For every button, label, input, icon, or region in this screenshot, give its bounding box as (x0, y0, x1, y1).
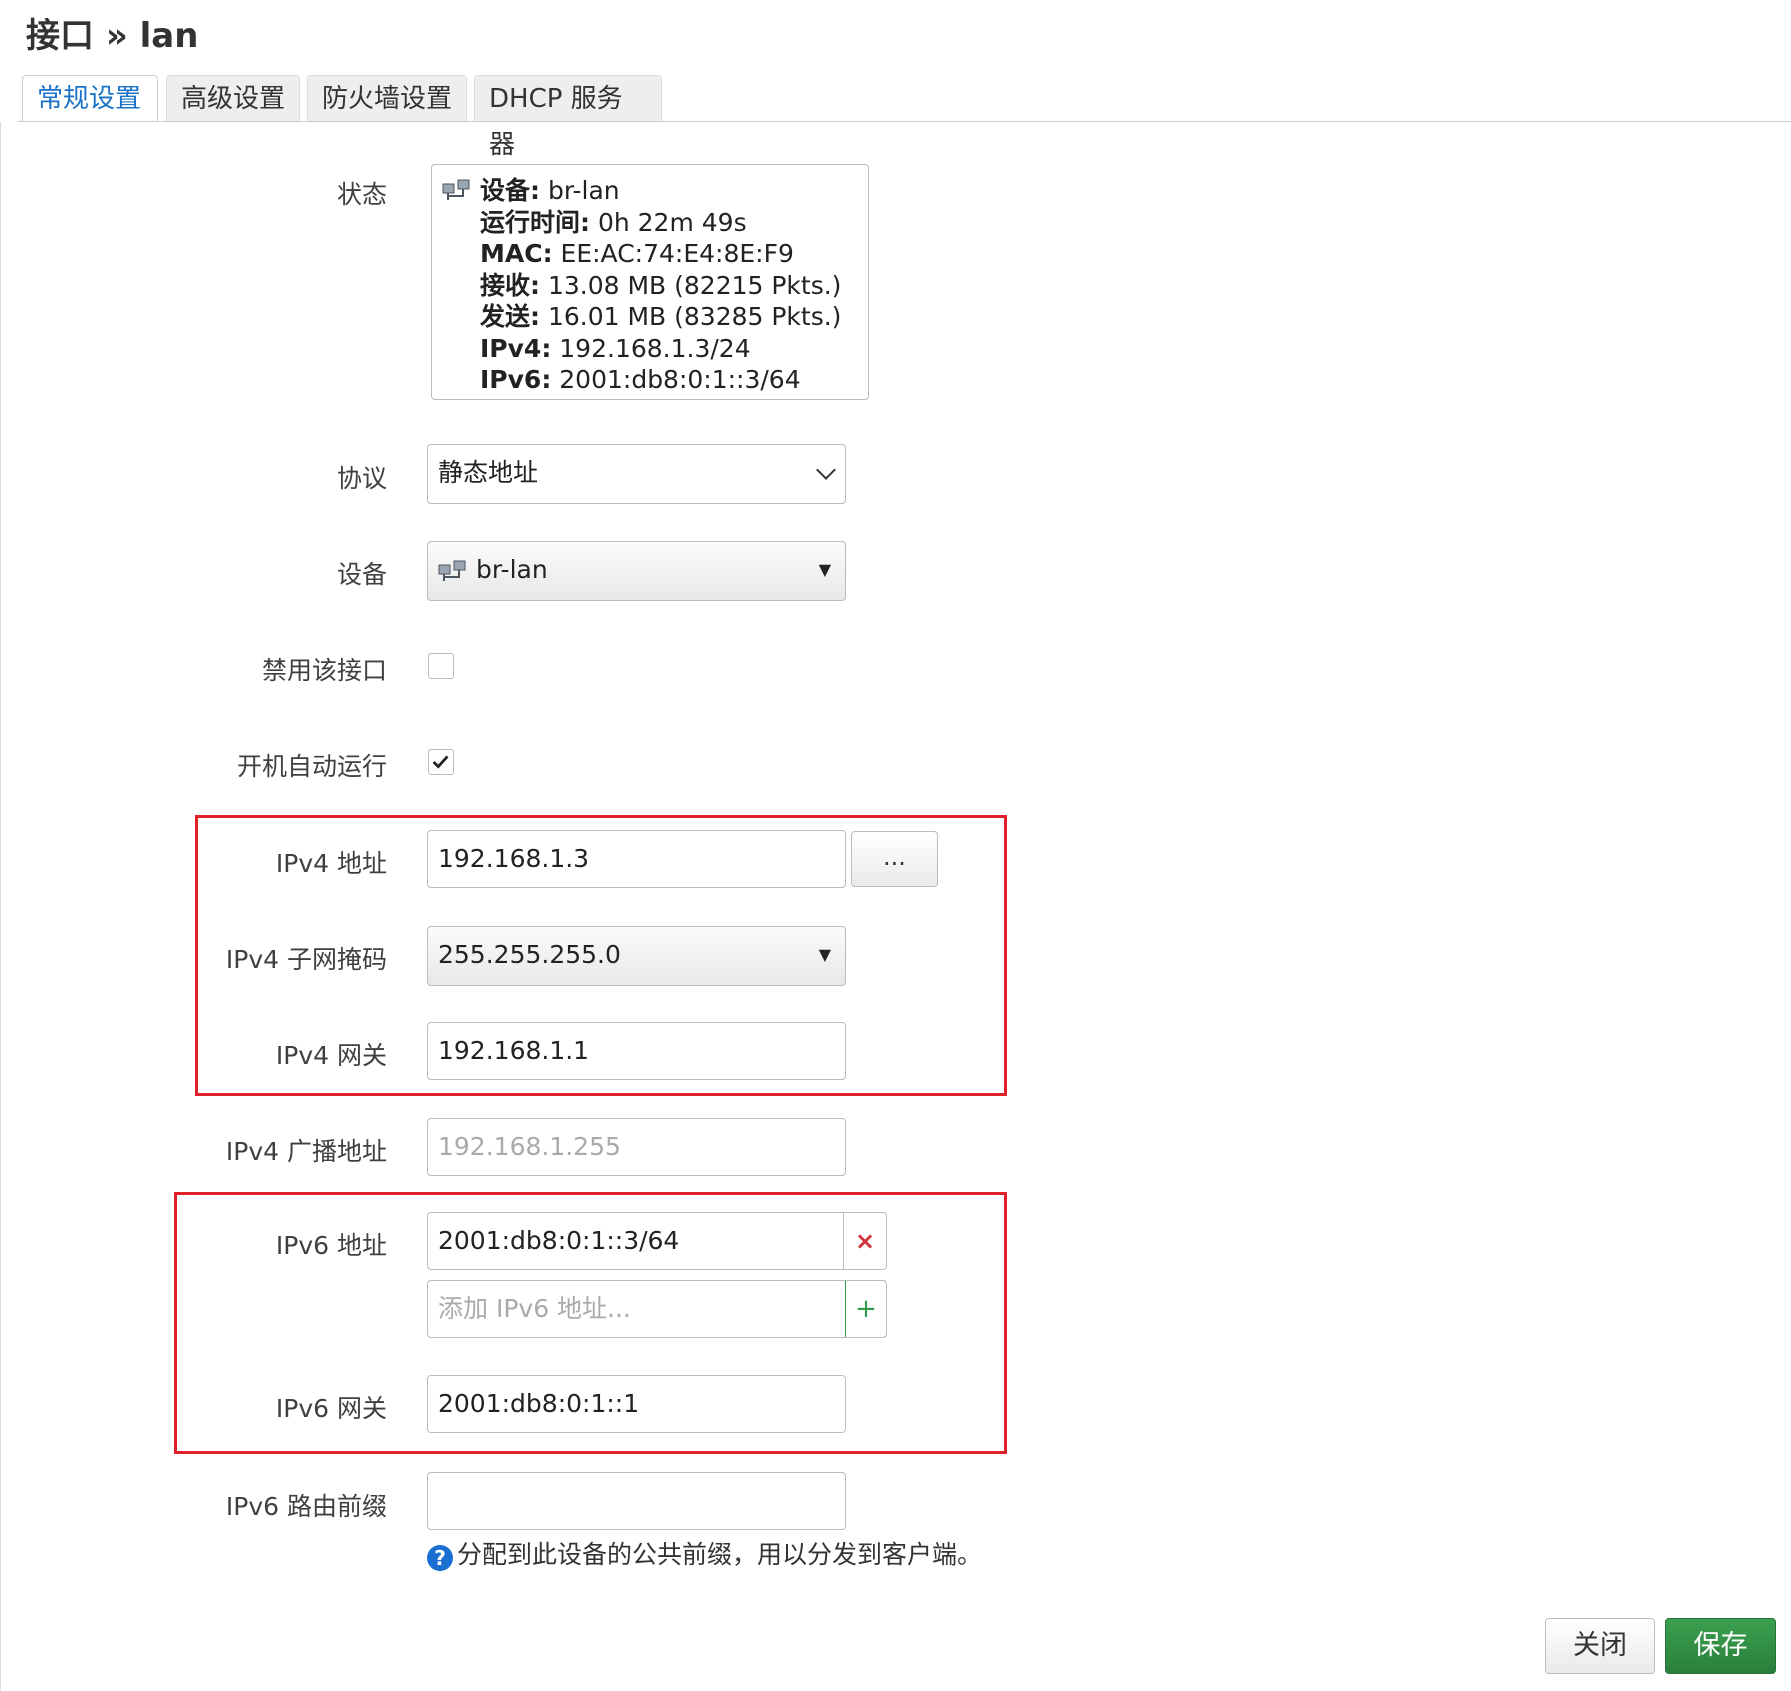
ipv6-address-input[interactable]: 2001:db8:0:1::3/64 × (427, 1212, 887, 1270)
status-ipv6-value: 2001:db8:0:1::3/64 (551, 365, 801, 394)
ipv6-prefix-help: ? 分配到此设备的公共前缀，用以分发到客户端。 (427, 1535, 982, 1571)
ipv4-broadcast-input[interactable]: 192.168.1.255 (427, 1118, 846, 1176)
protocol-select[interactable]: 静态地址 (427, 444, 846, 504)
status-ipv6-key: IPv6: (480, 365, 552, 394)
status-ipv4-key: IPv4: (480, 333, 552, 363)
page-title: 接口 » lan (26, 16, 199, 56)
tab-dhcp[interactable]: DHCP 服务器 (474, 75, 662, 160)
checkmark-icon (432, 755, 449, 769)
ipv4-broadcast-placeholder: 192.168.1.255 (438, 1132, 621, 1161)
add-icon[interactable]: + (845, 1281, 886, 1337)
status-rx-value: 13.08 MB (82215 Pkts.) (540, 270, 842, 300)
help-icon: ? (427, 1545, 453, 1571)
status-tx-key: 发送: (480, 302, 540, 331)
autostart-label: 开机自动运行 (236, 752, 387, 781)
ipv4-address-value: 192.168.1.3 (438, 844, 590, 873)
ipv4-address-input[interactable]: 192.168.1.3 (427, 830, 846, 888)
ipv4-netmask-label: IPv4 子网掩码 (225, 945, 387, 974)
status-label: 状态 (336, 180, 387, 209)
save-button[interactable]: 保存 (1665, 1618, 1776, 1674)
tab-advanced[interactable]: 高级设置 (166, 75, 300, 121)
ipv6-address-add-placeholder: 添加 IPv6 地址... (438, 1294, 631, 1323)
status-mac-value: EE:AC:74:E4:8E:F9 (552, 239, 794, 268)
ipv4-address-more-button[interactable]: ... (851, 831, 938, 887)
ipv4-gateway-label: IPv4 网关 (275, 1041, 387, 1070)
status-tx-value: 16.01 MB (83285 Pkts.) (540, 302, 842, 331)
ipv4-broadcast-label: IPv4 广播地址 (225, 1137, 387, 1166)
ipv4-netmask-select[interactable]: 255.255.255.0 ▼ (427, 926, 846, 986)
status-ipv4-value: 192.168.1.3/24 (551, 333, 751, 363)
ipv6-prefix-label: IPv6 路由前缀 (225, 1492, 387, 1521)
tab-firewall[interactable]: 防火墙设置 (307, 75, 467, 121)
ipv4-address-label: IPv4 地址 (275, 849, 387, 878)
device-value: br-lan (476, 555, 548, 584)
ipv6-prefix-input[interactable] (427, 1472, 846, 1530)
ipv6-gateway-value: 2001:db8:0:1::1 (438, 1389, 640, 1418)
status-uptime-value: 0h 22m 49s (590, 207, 747, 237)
tab-general[interactable]: 常规设置 (22, 75, 158, 122)
close-button[interactable]: 关闭 (1545, 1618, 1655, 1674)
status-uptime-key: 运行时间: (480, 207, 590, 237)
remove-icon[interactable]: × (843, 1213, 886, 1269)
status-device-key: 设备: (480, 176, 540, 205)
protocol-label: 协议 (336, 464, 387, 493)
status-rx-key: 接收: (480, 270, 540, 300)
caret-down-icon: ▼ (818, 560, 831, 579)
network-device-icon (442, 179, 470, 200)
disable-checkbox[interactable] (428, 653, 454, 679)
protocol-value: 静态地址 (438, 458, 539, 487)
ipv4-gateway-input[interactable]: 192.168.1.1 (427, 1022, 846, 1080)
ipv6-gateway-input[interactable]: 2001:db8:0:1::1 (427, 1375, 846, 1433)
device-label: 设备 (336, 560, 387, 589)
ipv6-address-label: IPv6 地址 (275, 1231, 387, 1260)
ipv6-address-value: 2001:db8:0:1::3/64 (438, 1226, 680, 1255)
ipv4-netmask-value: 255.255.255.0 (438, 940, 621, 969)
network-device-icon (438, 560, 466, 581)
ipv6-address-add-input[interactable]: 添加 IPv6 地址... + (427, 1280, 887, 1338)
device-select[interactable]: br-lan ▼ (427, 541, 846, 601)
autostart-checkbox[interactable] (428, 749, 454, 775)
disable-label: 禁用该接口 (261, 656, 387, 685)
status-mac-key: MAC: (480, 239, 553, 268)
ipv6-prefix-help-text: 分配到此设备的公共前缀，用以分发到客户端。 (457, 1540, 983, 1569)
ipv6-gateway-label: IPv6 网关 (275, 1394, 387, 1423)
status-device-value: br-lan (540, 176, 620, 205)
caret-down-icon: ▼ (818, 945, 831, 964)
chevron-down-icon (816, 460, 836, 480)
status-box: 设备: br-lan 运行时间: 0h 22m 49s MAC: EE:AC:7… (431, 164, 869, 400)
ipv4-gateway-value: 192.168.1.1 (438, 1036, 590, 1065)
